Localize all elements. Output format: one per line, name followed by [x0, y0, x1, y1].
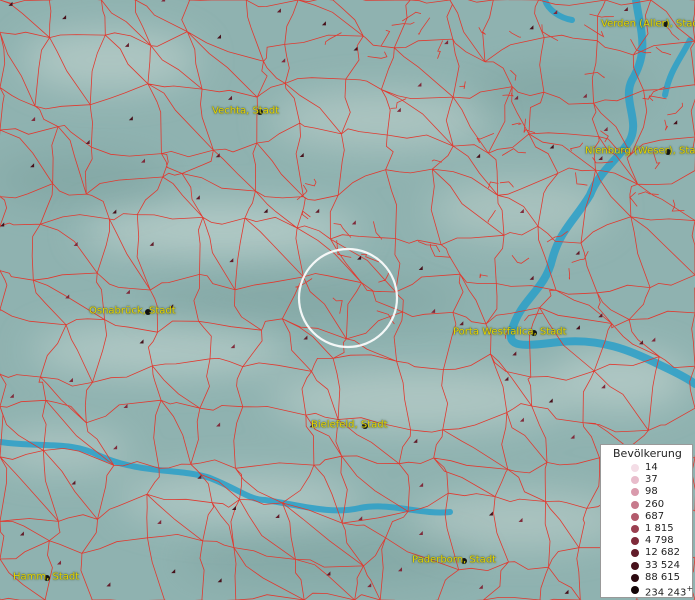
legend-label: 88 615: [645, 571, 680, 583]
city-label-bielefeld[interactable]: Bielefeld, Stadt: [311, 420, 388, 431]
legend-label: 4 798: [645, 535, 674, 547]
legend-swatch: [631, 464, 639, 472]
legend-swatch: [631, 476, 639, 485]
city-label-verden[interactable]: Verden (Aller), Stadt: [601, 19, 695, 30]
legend-swatch: [631, 561, 639, 570]
legend-label: 12 682: [645, 547, 680, 559]
legend-label: 33 524: [645, 559, 680, 571]
map-view[interactable]: Verden (Aller), Stadt Vechta, Stadt Nien…: [0, 0, 695, 600]
legend-swatch: [631, 512, 639, 521]
legend-label-suffix: +: [686, 584, 694, 593]
legend-label: 260: [645, 498, 665, 510]
legend-swatch: [631, 500, 639, 509]
city-label-nienburg[interactable]: Nienburg (Weser), Stadt: [585, 146, 695, 157]
population-legend: Bevölkerung 14 37 98 260 687 1 815 4 798 12 682…: [600, 444, 693, 598]
legend-label: 1 815: [645, 523, 674, 534]
legend-swatch: [631, 573, 639, 582]
legend-title: Bevölkerung: [613, 447, 682, 460]
map-canvas[interactable]: [0, 0, 695, 600]
legend-swatch: [631, 586, 639, 594]
legend-swatch: [631, 488, 639, 497]
legend-label: 14: [645, 462, 658, 473]
legend-swatch: [631, 525, 639, 533]
city-label-porta-westfalica[interactable]: Porta Westfalica, Stadt: [453, 327, 567, 338]
city-label-osnabrueck[interactable]: Osnabrück, Stadt: [89, 306, 176, 317]
city-label-hamm[interactable]: Hamm, Stadt: [13, 572, 79, 583]
legend-label: 687: [645, 510, 665, 522]
legend-label: 234 243+: [645, 584, 694, 599]
city-label-vechta[interactable]: Vechta, Stadt: [212, 106, 279, 117]
legend-label: 98: [645, 486, 658, 498]
legend-swatch: [631, 537, 639, 546]
city-label-paderborn[interactable]: Paderborn, Stadt: [412, 555, 496, 566]
legend-swatch: [631, 549, 639, 558]
legend-label: 37: [645, 474, 658, 486]
